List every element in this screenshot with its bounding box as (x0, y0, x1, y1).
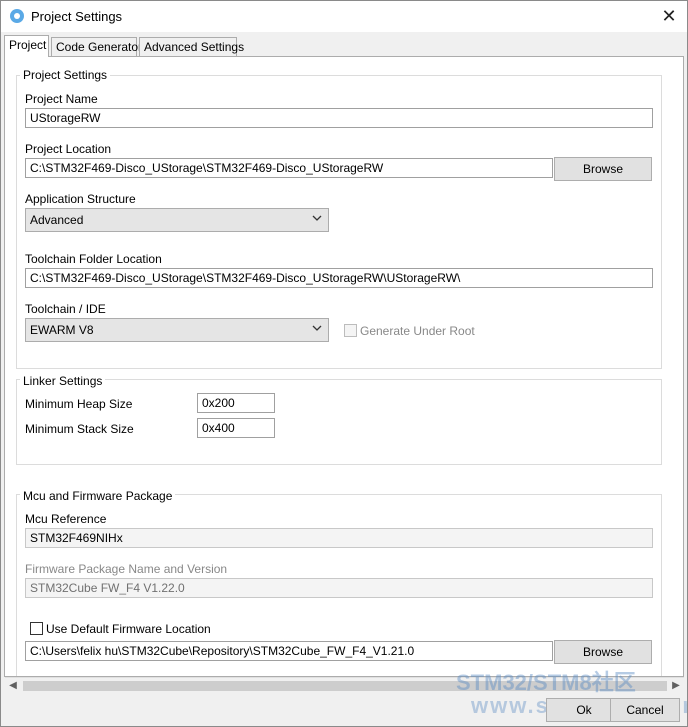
mcu-reference-label: Mcu Reference (25, 512, 107, 526)
mcu-firmware-group-title: Mcu and Firmware Package (20, 489, 176, 503)
cancel-button[interactable]: Cancel (610, 698, 680, 722)
firmware-location-input[interactable]: C:\Users\felix hu\STM32Cube\Repository\S… (25, 641, 553, 661)
application-structure-select[interactable]: Advanced (25, 208, 329, 232)
use-default-firmware-checkbox[interactable] (30, 622, 43, 635)
tab-code-generator[interactable]: Code Generator (51, 37, 142, 56)
toolchain-folder-label: Toolchain Folder Location (25, 252, 162, 266)
scroll-left-icon[interactable]: ◀ (6, 680, 20, 692)
generate-under-root-checkbox[interactable] (344, 324, 357, 337)
tab-content-panel: Project Settings Project Name UStorageRW… (4, 56, 684, 677)
min-heap-size-input[interactable]: 0x200 (197, 393, 275, 413)
project-settings-window: Project Settings ✕ Project Code Generato… (0, 0, 688, 727)
tab-advanced-settings[interactable]: Advanced Settings (139, 37, 244, 56)
firmware-package-name-field: STM32Cube FW_F4 V1.22.0 (25, 578, 653, 598)
scrollbar-thumb[interactable] (23, 681, 667, 691)
project-location-browse-button[interactable]: Browse (554, 157, 652, 181)
min-stack-size-label: Minimum Stack Size (25, 422, 134, 436)
horizontal-scrollbar[interactable]: ◀ ▶ (5, 677, 684, 694)
chevron-down-icon (312, 325, 322, 331)
app-icon (10, 9, 24, 23)
window-title: Project Settings (31, 9, 123, 24)
project-location-input[interactable]: C:\STM32F469-Disco_UStorage\STM32F469-Di… (25, 158, 553, 178)
project-name-input[interactable]: UStorageRW (25, 108, 653, 128)
close-icon[interactable]: ✕ (655, 3, 683, 29)
tab-project[interactable]: Project (4, 35, 49, 57)
toolchain-ide-value: EWARM V8 (30, 323, 94, 337)
linker-settings-group-title: Linker Settings (20, 374, 106, 388)
scroll-right-icon[interactable]: ▶ (669, 680, 683, 692)
project-name-label: Project Name (25, 92, 98, 106)
application-structure-label: Application Structure (25, 192, 136, 206)
toolchain-ide-label: Toolchain / IDE (25, 302, 106, 316)
use-default-firmware-label: Use Default Firmware Location (46, 622, 211, 636)
chevron-down-icon (312, 215, 322, 221)
min-stack-size-input[interactable]: 0x400 (197, 418, 275, 438)
generate-under-root-label: Generate Under Root (360, 324, 475, 338)
min-heap-size-label: Minimum Heap Size (25, 397, 133, 411)
application-structure-value: Advanced (30, 213, 84, 227)
mcu-reference-field: STM32F469NIHx (25, 528, 653, 548)
firmware-package-name-label: Firmware Package Name and Version (25, 562, 228, 576)
title-bar: Project Settings ✕ (1, 1, 687, 32)
toolchain-folder-input[interactable]: C:\STM32F469-Disco_UStorage\STM32F469-Di… (25, 268, 653, 288)
project-settings-group-title: Project Settings (20, 68, 111, 82)
toolchain-ide-select[interactable]: EWARM V8 (25, 318, 329, 342)
firmware-location-browse-button[interactable]: Browse (554, 640, 652, 664)
project-location-label: Project Location (25, 142, 112, 156)
